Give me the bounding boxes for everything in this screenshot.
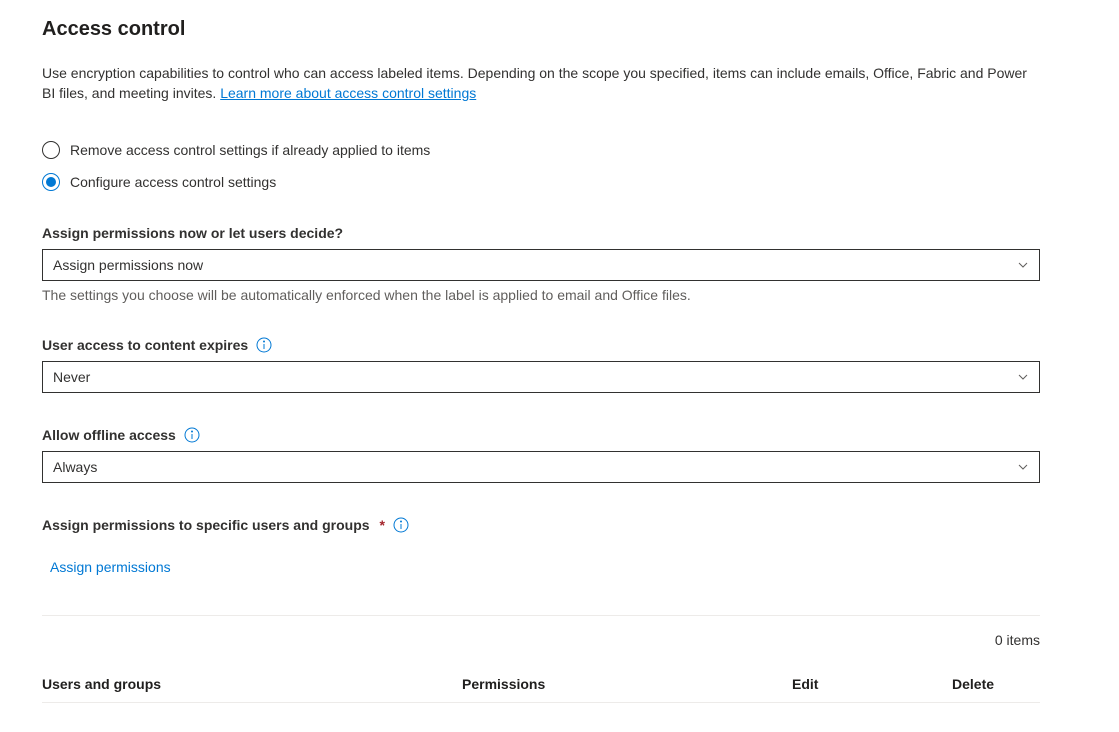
chevron-down-icon xyxy=(1017,259,1029,271)
expires-value: Never xyxy=(53,369,90,385)
learn-more-link[interactable]: Learn more about access control settings xyxy=(220,85,476,101)
info-icon[interactable] xyxy=(256,337,272,353)
required-asterisk: * xyxy=(380,517,385,533)
assign-permissions-help: The settings you choose will be automati… xyxy=(42,287,1077,303)
expires-label: User access to content expires xyxy=(42,337,1077,353)
col-edit: Edit xyxy=(792,676,952,692)
radio-remove-label: Remove access control settings if alread… xyxy=(70,142,430,158)
intro-body: Use encryption capabilities to control w… xyxy=(42,65,1027,101)
info-icon[interactable] xyxy=(184,427,200,443)
col-users-groups: Users and groups xyxy=(42,676,462,692)
table-header: Users and groups Permissions Edit Delete xyxy=(42,676,1040,703)
assign-permissions-select[interactable]: Assign permissions now xyxy=(42,249,1040,281)
assign-permissions-link[interactable]: Assign permissions xyxy=(50,559,171,575)
assign-permissions-label: Assign permissions now or let users deci… xyxy=(42,225,1077,241)
col-delete: Delete xyxy=(952,676,1040,692)
offline-select[interactable]: Always xyxy=(42,451,1040,483)
radio-remove-settings[interactable]: Remove access control settings if alread… xyxy=(42,141,1077,159)
radio-configure-label: Configure access control settings xyxy=(70,174,276,190)
page-title: Access control xyxy=(42,18,1077,41)
assign-permissions-label-text: Assign permissions now or let users deci… xyxy=(42,225,343,241)
offline-label-text: Allow offline access xyxy=(42,427,176,443)
radio-configure-settings[interactable]: Configure access control settings xyxy=(42,173,1077,191)
specific-users-label: Assign permissions to specific users and… xyxy=(42,517,1077,533)
expires-select[interactable]: Never xyxy=(42,361,1040,393)
radio-icon-checked xyxy=(42,173,60,191)
offline-label: Allow offline access xyxy=(42,427,1077,443)
assign-permissions-value: Assign permissions now xyxy=(53,257,203,273)
intro-text: Use encryption capabilities to control w… xyxy=(42,63,1042,103)
specific-users-label-text: Assign permissions to specific users and… xyxy=(42,517,370,533)
offline-value: Always xyxy=(53,459,97,475)
radio-icon-unchecked xyxy=(42,141,60,159)
chevron-down-icon xyxy=(1017,461,1029,473)
divider xyxy=(42,615,1040,616)
info-icon[interactable] xyxy=(393,517,409,533)
items-count: 0 items xyxy=(42,632,1040,648)
chevron-down-icon xyxy=(1017,371,1029,383)
expires-label-text: User access to content expires xyxy=(42,337,248,353)
col-permissions: Permissions xyxy=(462,676,792,692)
